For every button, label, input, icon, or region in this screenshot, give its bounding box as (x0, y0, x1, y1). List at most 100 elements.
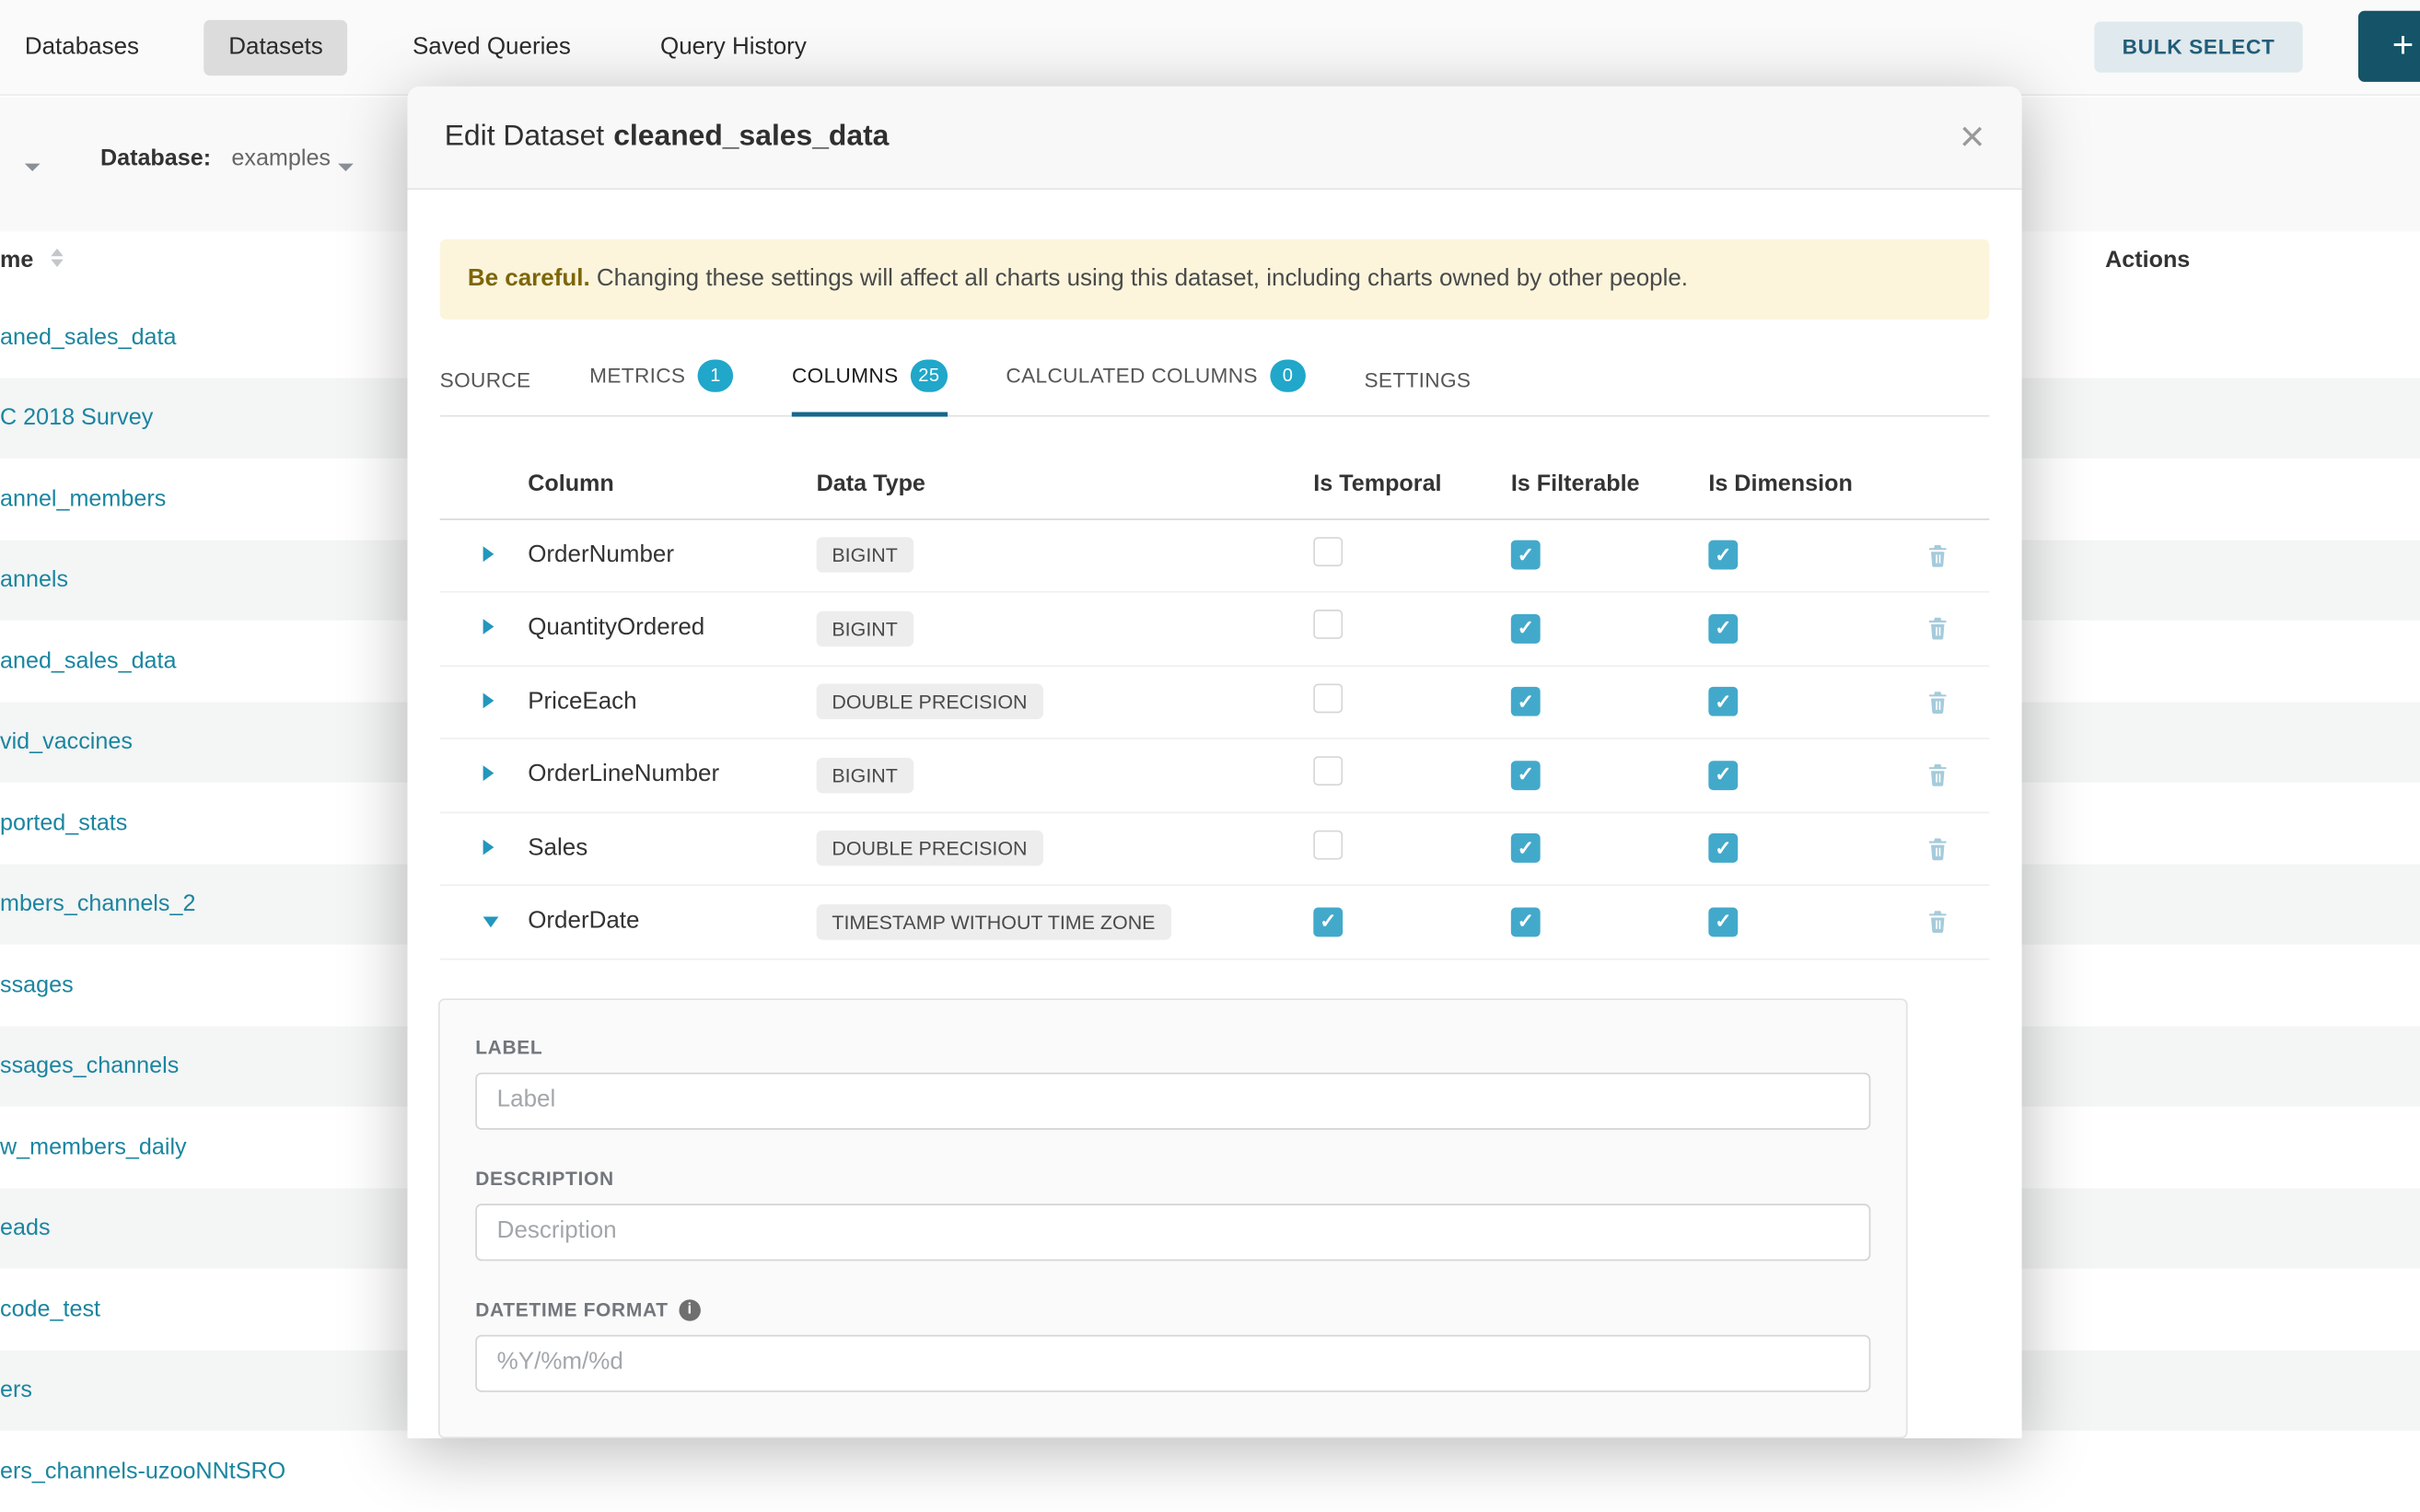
trash-icon (1926, 836, 1949, 861)
dataset-link[interactable]: vid_vaccines (0, 729, 133, 755)
close-icon[interactable]: × (1960, 116, 1984, 159)
delete-column-button[interactable] (1926, 910, 1990, 935)
is-dimension-checkbox[interactable] (1708, 907, 1738, 936)
delete-column-button[interactable] (1926, 616, 1990, 641)
header-data-type: Data Type (817, 471, 1314, 497)
delete-column-button[interactable] (1926, 690, 1990, 715)
bulk-select-button[interactable]: BULK SELECT (2095, 21, 2303, 72)
column-row: Sales DOUBLE PRECISION (440, 813, 1990, 887)
caret-icon (483, 546, 494, 562)
is-dimension-checkbox[interactable] (1708, 834, 1738, 864)
add-dataset-button[interactable]: + (2358, 11, 2420, 82)
modal-tabs: SOURCE METRICS 1 COLUMNS 25 CALCULATED C… (440, 359, 1990, 416)
header-is-temporal: Is Temporal (1313, 471, 1511, 497)
header-column: Column (528, 471, 816, 497)
description-input[interactable] (475, 1204, 1870, 1261)
data-type-pill: BIGINT (817, 758, 913, 794)
sort-icon[interactable] (51, 249, 63, 267)
expand-toggle[interactable] (440, 541, 529, 569)
expand-toggle[interactable] (440, 688, 529, 715)
is-temporal-checkbox[interactable] (1313, 683, 1343, 713)
columns-table-header: Column Data Type Is Temporal Is Filterab… (440, 450, 1990, 519)
column-name: OrderNumber (528, 541, 816, 569)
column-name: OrderLineNumber (528, 762, 816, 789)
tab-count-badge: 0 (1270, 359, 1306, 391)
database-filter-label: Database: (100, 145, 211, 171)
is-temporal-checkbox[interactable] (1313, 831, 1343, 860)
is-temporal-checkbox[interactable] (1313, 907, 1343, 936)
delete-column-button[interactable] (1926, 763, 1990, 788)
is-dimension-checkbox[interactable] (1708, 541, 1738, 570)
trash-icon (1926, 910, 1949, 935)
data-type-pill: DOUBLE PRECISION (817, 831, 1043, 866)
dataset-link[interactable]: ssages (0, 971, 74, 997)
is-dimension-checkbox[interactable] (1708, 614, 1738, 644)
delete-column-button[interactable] (1926, 836, 1990, 861)
edit-dataset-modal: Edit Datasetcleaned_sales_data × Be care… (407, 87, 2021, 1438)
nav-item-datasets[interactable]: Datasets (204, 19, 347, 75)
is-filterable-checkbox[interactable] (1511, 761, 1541, 790)
data-type-pill: TIMESTAMP WITHOUT TIME ZONE (817, 904, 1171, 940)
tab-columns[interactable]: COLUMNS 25 (792, 359, 948, 414)
is-filterable-checkbox[interactable] (1511, 541, 1541, 570)
nav-item-query-history[interactable]: Query History (635, 19, 831, 75)
dataset-link[interactable]: code_test (0, 1296, 100, 1321)
expand-toggle[interactable] (440, 908, 529, 936)
description-field-label: DESCRIPTION (475, 1168, 1870, 1189)
dataset-link[interactable]: ssages_channels (0, 1053, 179, 1078)
dataset-link[interactable]: mbers_channels_2 (0, 890, 195, 916)
is-temporal-checkbox[interactable] (1313, 757, 1343, 786)
column-detail-panel: LABEL DESCRIPTION DATETIME FORMAT i (438, 998, 1908, 1438)
column-row: OrderLineNumber BIGINT (440, 739, 1990, 813)
is-filterable-checkbox[interactable] (1511, 907, 1541, 936)
chevron-down-icon[interactable] (25, 164, 41, 171)
delete-column-button[interactable] (1926, 543, 1990, 568)
is-temporal-checkbox[interactable] (1313, 537, 1343, 566)
actions-column-header: Actions (2105, 247, 2190, 273)
warning-banner: Be careful. Changing these settings will… (440, 239, 1990, 320)
caret-icon (483, 620, 494, 635)
dataset-link[interactable]: ers_channels-uzooNNtSRO (0, 1458, 285, 1483)
dataset-link[interactable]: w_members_daily (0, 1134, 187, 1159)
expand-toggle[interactable] (440, 762, 529, 789)
tab-calculated-columns[interactable]: CALCULATED COLUMNS 0 (1006, 359, 1305, 414)
is-filterable-checkbox[interactable] (1511, 614, 1541, 644)
trash-icon (1926, 690, 1949, 715)
name-column-header[interactable]: me (0, 247, 33, 273)
dataset-link[interactable]: ers (0, 1377, 32, 1402)
dataset-link[interactable]: annels (0, 567, 68, 593)
info-icon[interactable]: i (679, 1299, 700, 1320)
data-type-pill: DOUBLE PRECISION (817, 684, 1043, 720)
dataset-link[interactable]: annel_members (0, 486, 166, 512)
dataset-link[interactable]: C 2018 Survey (0, 405, 153, 431)
label-input[interactable] (475, 1072, 1870, 1129)
nav-item-databases[interactable]: Databases (0, 19, 164, 75)
chevron-down-icon[interactable] (338, 164, 354, 171)
column-row: QuantityOrdered BIGINT (440, 593, 1990, 667)
is-filterable-checkbox[interactable] (1511, 688, 1541, 717)
column-name: OrderDate (528, 908, 816, 936)
column-row: PriceEach DOUBLE PRECISION (440, 667, 1990, 740)
expand-toggle[interactable] (440, 835, 529, 863)
is-filterable-checkbox[interactable] (1511, 834, 1541, 864)
datetime-format-field-label: DATETIME FORMAT (475, 1299, 668, 1320)
column-row: OrderNumber BIGINT (440, 519, 1990, 593)
nav-item-saved-queries[interactable]: Saved Queries (388, 19, 595, 75)
is-dimension-checkbox[interactable] (1708, 688, 1738, 717)
dataset-link[interactable]: eads (0, 1215, 51, 1240)
dataset-link[interactable]: ported_stats (0, 809, 127, 835)
expand-toggle[interactable] (440, 615, 529, 643)
top-nav: Databases Datasets Saved Queries Query Hist… (0, 0, 2420, 96)
dataset-link[interactable]: aned_sales_data (0, 324, 177, 350)
is-temporal-checkbox[interactable] (1313, 611, 1343, 640)
dataset-link[interactable]: aned_sales_data (0, 648, 177, 674)
tab-metrics[interactable]: METRICS 1 (589, 359, 733, 414)
header-is-dimension: Is Dimension (1708, 471, 1926, 497)
caret-icon (483, 692, 494, 708)
database-filter-value[interactable]: examples (231, 145, 331, 171)
tab-settings[interactable]: SETTINGS (1364, 368, 1471, 414)
datetime-format-input[interactable] (475, 1334, 1870, 1391)
tab-source[interactable]: SOURCE (440, 368, 531, 414)
columns-table: Column Data Type Is Temporal Is Filterab… (440, 450, 1990, 960)
is-dimension-checkbox[interactable] (1708, 761, 1738, 790)
